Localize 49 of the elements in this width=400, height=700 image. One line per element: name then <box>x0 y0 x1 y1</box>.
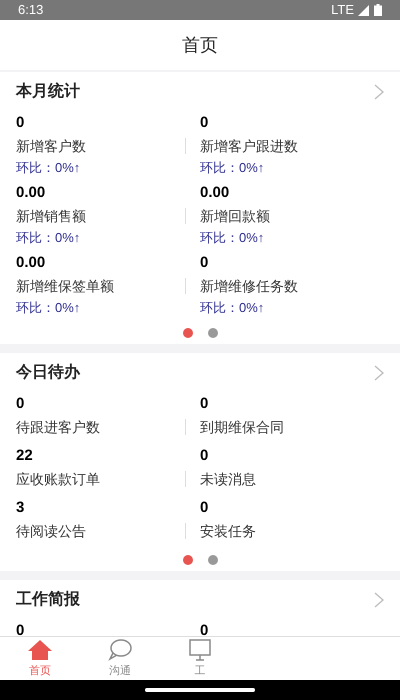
stat-value: 0 <box>200 113 210 133</box>
stat-value: 3 <box>16 498 26 518</box>
status-time: 6:13 <box>18 1 44 20</box>
stat-label: 待阅读公告 <box>16 522 86 541</box>
stat-value: 0 <box>16 113 26 133</box>
tab-item[interactable]: 首页 <box>0 637 80 680</box>
stat-change: 环比：0%↑ <box>16 299 82 317</box>
stat-label: 新增维保签单额 <box>16 277 114 296</box>
stat-label: 应收账款订单 <box>16 470 100 489</box>
stat-label: 新增维修任务数 <box>200 277 298 296</box>
stat-label: 安装任务 <box>200 522 256 541</box>
stat-value: 0.00 <box>16 253 46 273</box>
stat-value: 0 <box>200 498 210 518</box>
home-icon <box>27 638 53 662</box>
stat-label: 未读消息 <box>200 470 256 489</box>
stat-value: 0 <box>200 621 208 636</box>
stat-change: 环比：0%↑ <box>16 159 82 177</box>
network-label: LTE <box>331 1 354 20</box>
stat-value: 0 <box>16 621 24 636</box>
stat-label: 待跟进客户数 <box>16 418 100 437</box>
stat-label: 新增客户数 <box>16 137 86 156</box>
chat-icon <box>107 638 133 662</box>
stat-label: 新增销售额 <box>16 207 86 226</box>
stat-change: 环比：0%↑ <box>200 159 266 177</box>
tab-item[interactable]: 工 <box>160 637 240 680</box>
stat-value: 0 <box>16 394 26 414</box>
stat-label: 新增客户跟进数 <box>200 137 298 156</box>
stat-label: 新增回款额 <box>200 207 270 226</box>
battery-icon <box>374 4 382 16</box>
section-title: 本月统计 <box>16 81 80 102</box>
stat-value: 0 <box>200 446 210 466</box>
stat-value: 0 <box>200 253 210 273</box>
section-title: 今日待办 <box>16 362 80 383</box>
section-title: 工作简报 <box>16 590 80 610</box>
stat-value: 0 <box>200 394 210 414</box>
stat-change: 环比：0%↑ <box>200 299 266 317</box>
page-title: 首页 <box>182 34 218 56</box>
chevron-right-icon[interactable] <box>374 592 384 608</box>
stat-value: 0.00 <box>200 183 230 203</box>
stat-change: 环比：0%↑ <box>200 229 266 247</box>
stat-label: 到期维保合同 <box>200 418 284 437</box>
tab-item[interactable]: 沟通 <box>80 637 160 680</box>
signal-icon <box>358 4 370 16</box>
stat-value: 0.00 <box>16 183 46 203</box>
stat-change: 环比：0%↑ <box>16 229 82 247</box>
chevron-right-icon[interactable] <box>374 365 384 381</box>
stat-value: 22 <box>16 446 34 466</box>
chevron-right-icon[interactable] <box>374 84 384 100</box>
monitor-icon <box>187 638 213 662</box>
